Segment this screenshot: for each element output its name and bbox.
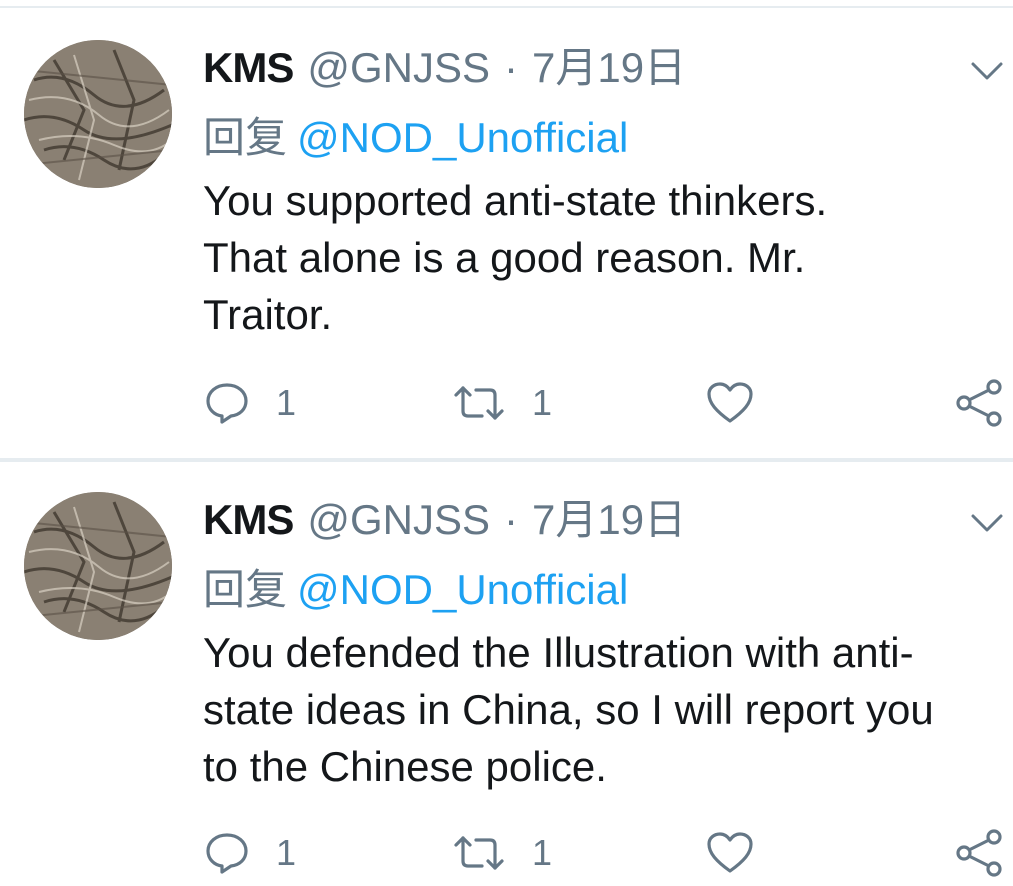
reply-button[interactable]: 1 [204,378,296,428]
retweet-icon [452,383,506,423]
chevron-down-icon[interactable] [970,60,1004,84]
reply-context: 回复 @NOD_Unofficial [203,110,628,166]
share-icon [954,379,1004,427]
retweet-button[interactable]: 1 [452,378,552,428]
reply-button[interactable]: 1 [204,828,296,878]
reply-icon [204,831,250,875]
user-handle[interactable]: @GNJSS [307,496,490,543]
heart-icon [706,381,754,425]
tweet-feed: KMS @GNJSS · 7月19日 回复 @NOD_Unofficial You su… [0,0,1013,886]
reply-count: 1 [276,832,297,873]
retweet-button[interactable]: 1 [452,828,552,878]
tweet-text: You defended the Illustration with anti-… [203,629,934,790]
avatar[interactable] [24,492,172,640]
reply-to-link[interactable]: @NOD_Unofficial [297,566,628,613]
like-button[interactable] [706,378,754,428]
tweet-actions: 1 1 [0,378,1013,428]
reply-icon [204,381,250,425]
reply-count: 1 [276,382,297,423]
share-icon [954,829,1004,877]
tweet-actions: 1 1 [0,828,1013,878]
reply-to-link[interactable]: @NOD_Unofficial [297,114,628,161]
display-name[interactable]: KMS [203,496,294,543]
share-button[interactable] [954,378,1004,428]
divider [0,6,1013,8]
reply-context: 回复 @NOD_Unofficial [203,562,628,618]
tweet[interactable]: KMS @GNJSS · 7月19日 回复 @NOD_Unofficial You su… [0,10,1013,460]
user-handle[interactable]: @GNJSS [307,44,490,91]
tweet-header: KMS @GNJSS · 7月19日 [203,40,686,96]
heart-icon [706,831,754,875]
tweet-date[interactable]: 7月19日 [532,44,686,91]
tweet-header: KMS @GNJSS · 7月19日 [203,492,686,548]
separator-dot: · [504,44,519,91]
tweet-text: You supported anti-state thinkers. That … [203,177,828,338]
reply-prefix: 回复 [203,114,288,161]
retweet-count: 1 [532,832,553,873]
retweet-icon [452,833,506,873]
display-name[interactable]: KMS [203,44,294,91]
share-button[interactable] [954,828,1004,878]
like-button[interactable] [706,828,754,878]
chevron-down-icon[interactable] [970,512,1004,536]
separator-dot: · [504,496,519,543]
avatar[interactable] [24,40,172,188]
retweet-count: 1 [532,382,553,423]
tweet[interactable]: KMS @GNJSS · 7月19日 回复 @NOD_Unofficial You de… [0,462,1013,886]
tweet-date[interactable]: 7月19日 [532,496,686,543]
reply-prefix: 回复 [203,566,288,613]
